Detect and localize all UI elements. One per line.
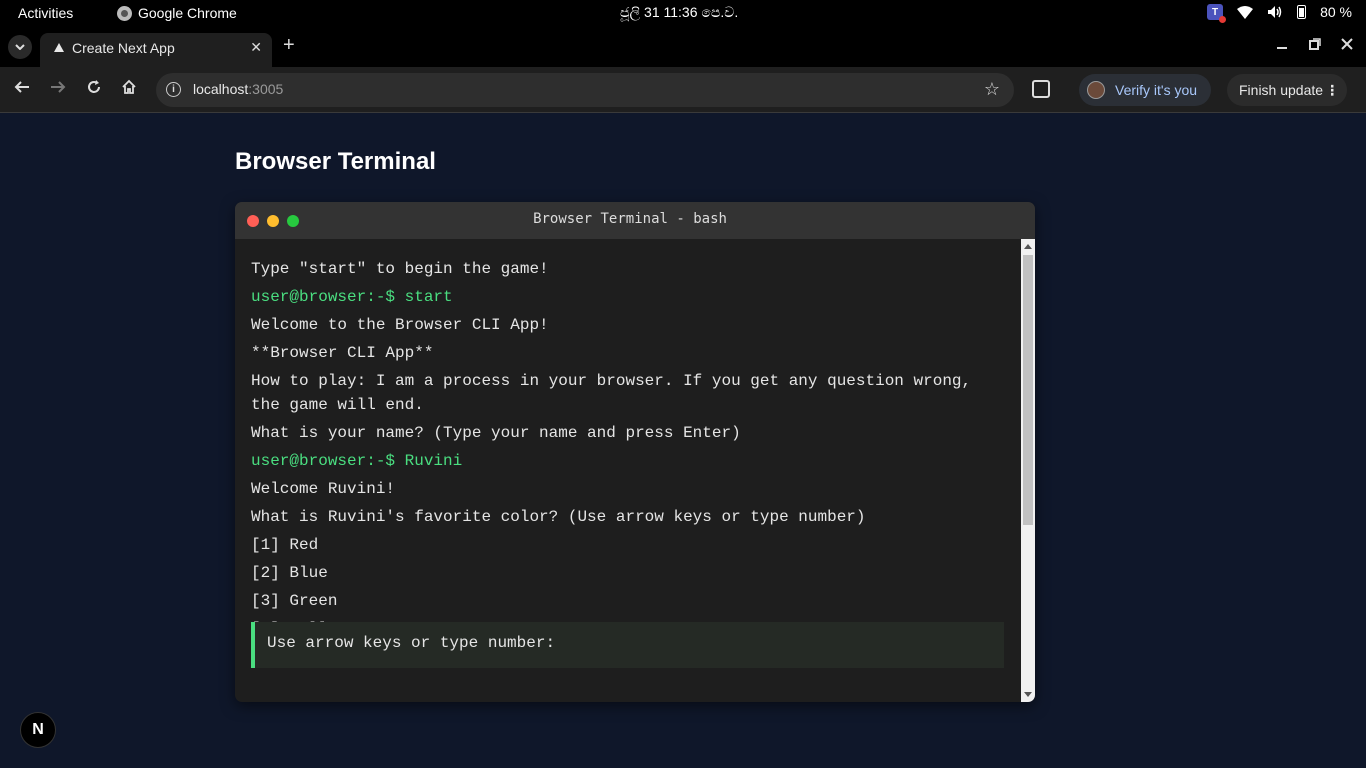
terminal-output-line: [1] Red	[251, 536, 319, 554]
terminal-output-line: What is Ruvini's favorite color? (Use ar…	[251, 508, 866, 526]
terminal-command-line: user@browser:-$ Ruvini	[251, 452, 463, 470]
tab-title: Create Next App	[72, 40, 175, 56]
terminal-title: Browser Terminal - bash	[533, 211, 727, 227]
reload-icon[interactable]	[86, 79, 102, 100]
restore-icon[interactable]	[1309, 37, 1321, 53]
tab-search-button[interactable]	[8, 35, 32, 59]
terminal-output-line: Welcome Ruvini!	[251, 480, 396, 498]
chevron-down-icon	[15, 44, 25, 50]
profile-avatar	[1087, 81, 1105, 99]
close-window-icon[interactable]	[1341, 37, 1353, 53]
tab-create-next-app[interactable]: Create Next App ✕	[40, 33, 272, 67]
close-tab-icon[interactable]: ✕	[250, 39, 262, 56]
address-bar[interactable]: i localhost:3005 ☆	[156, 73, 1014, 107]
volume-icon	[1267, 5, 1283, 19]
page-content: Browser Terminal Browser Terminal - bash…	[0, 114, 1366, 768]
terminal-input[interactable]: Use arrow keys or type number:	[251, 622, 1004, 668]
browser-toolbar: i localhost:3005 ☆ Verify it's you Finis…	[0, 67, 1366, 113]
wifi-icon	[1237, 5, 1254, 19]
terminal-output-line: Type "start" to begin the game!	[251, 260, 549, 278]
app-name: Google Chrome	[138, 5, 237, 21]
finish-update-label: Finish update	[1239, 82, 1324, 98]
terminal-command-line: user@browser:-$ start	[251, 288, 453, 306]
input-prompt: Use arrow keys or type number:	[267, 634, 556, 652]
battery-percent: 80 %	[1320, 4, 1352, 20]
page-title: Browser Terminal	[235, 148, 436, 175]
terminal-window: Browser Terminal - bash Type "start" to …	[235, 202, 1035, 702]
terminal-output-line: How to play: I am a process in your brow…	[251, 372, 981, 414]
finish-update-button[interactable]: Finish update ⋮	[1227, 74, 1348, 106]
scroll-thumb[interactable]	[1023, 255, 1033, 525]
url-text: localhost:3005	[193, 81, 284, 97]
scroll-up-icon[interactable]	[1024, 244, 1032, 249]
system-tray[interactable]: T 80 %	[1207, 4, 1352, 23]
chrome-icon	[117, 5, 132, 21]
clock[interactable]: ජූලි 31 11:36 පෙ.ව.	[620, 4, 738, 21]
new-tab-button[interactable]: +	[283, 35, 295, 55]
site-info-icon[interactable]: i	[166, 82, 181, 97]
forward-icon[interactable]	[50, 79, 66, 100]
terminal-output-line: [2] Blue	[251, 564, 328, 582]
terminal-output-line: Welcome to the Browser CLI App!	[251, 316, 549, 334]
app-menu[interactable]: Google Chrome	[117, 5, 237, 21]
activities-button[interactable]: Activities	[18, 5, 73, 21]
scroll-down-icon[interactable]	[1024, 692, 1032, 697]
nextjs-dev-indicator[interactable]: N	[20, 712, 56, 748]
extensions-icon[interactable]	[1032, 80, 1050, 98]
home-icon[interactable]	[121, 79, 137, 100]
terminal-output-line: What is your name? (Type your name and p…	[251, 424, 741, 442]
teams-icon[interactable]: T	[1207, 4, 1227, 23]
back-icon[interactable]	[14, 79, 30, 100]
verify-label: Verify it's you	[1115, 82, 1198, 98]
verify-button[interactable]: Verify it's you	[1079, 74, 1212, 106]
system-top-bar: Activities Google Chrome ජූලි 31 11:36 ප…	[0, 0, 1366, 27]
bookmark-star-icon[interactable]: ☆	[984, 79, 1000, 100]
minimize-icon[interactable]	[1276, 37, 1288, 53]
terminal-title-bar: Browser Terminal - bash	[235, 202, 1035, 239]
terminal-output-line: [3] Green	[251, 592, 338, 610]
more-menu-icon[interactable]: ⋮	[1325, 74, 1339, 106]
terminal-output-line: **Browser CLI App**	[251, 344, 434, 362]
nextjs-favicon-icon	[54, 43, 64, 52]
battery-icon	[1297, 5, 1307, 19]
terminal-scrollbar[interactable]	[1021, 239, 1035, 702]
tab-strip: Create Next App ✕ +	[0, 27, 1366, 67]
